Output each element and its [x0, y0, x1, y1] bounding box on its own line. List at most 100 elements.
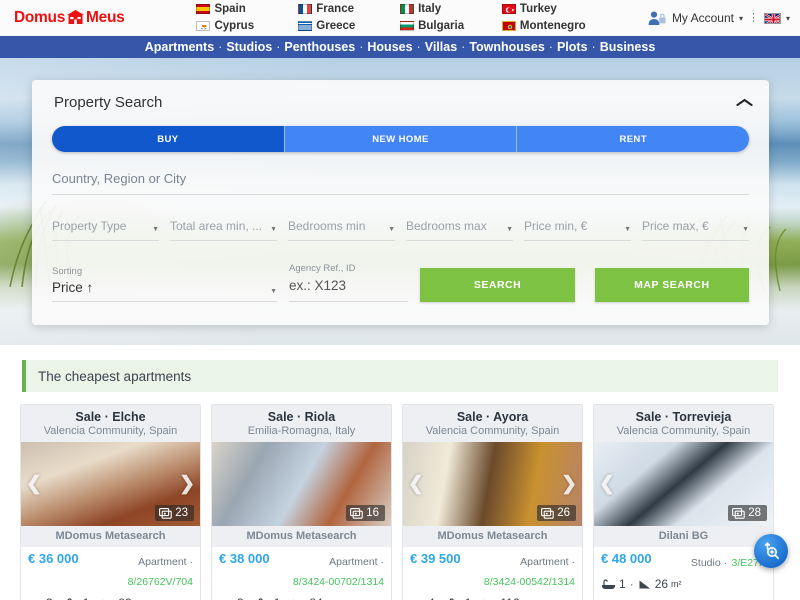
country-label: France	[316, 3, 354, 15]
flag-uk-icon[interactable]	[763, 12, 781, 24]
listing-card[interactable]: Sale · Riola Emilia-Romagna, Italy 16 MD…	[211, 404, 392, 600]
listing-card[interactable]: Sale · Ayora Valencia Community, Spain ❮…	[402, 404, 583, 600]
flag-montenegro-icon	[501, 21, 516, 31]
site-logo[interactable]: Domus Meus	[14, 9, 125, 27]
prev-photo-arrow-icon[interactable]: ❮	[26, 475, 42, 494]
bedrooms-count: 3	[46, 596, 53, 600]
listing-photo[interactable]: ❮ 28	[594, 442, 773, 526]
kebab-menu-icon[interactable]: ⋮	[748, 12, 759, 24]
flag-italy-icon	[400, 4, 415, 14]
nav-item-plots[interactable]: Plots	[557, 40, 588, 54]
listing-agency: Dilani BG	[594, 526, 773, 547]
tab-buy[interactable]: BUY	[52, 126, 284, 152]
location-input[interactable]	[52, 171, 749, 186]
nav-item-penthouses[interactable]: Penthouses	[284, 40, 355, 54]
listing-specs: 3 · 1 · 84 m² ·	[219, 596, 384, 600]
listing-price: € 38 000	[219, 551, 270, 566]
language-chevron-down-icon[interactable]: ▾	[786, 14, 790, 23]
select-property-type[interactable]: Property Type ▼	[52, 219, 159, 241]
agency-ref-group: Agency Ref., ID	[289, 263, 409, 302]
photos-icon	[350, 507, 363, 519]
listing-photo[interactable]: ❮ ❯ 26	[403, 442, 582, 526]
listing-photo[interactable]: 16	[212, 442, 391, 526]
nav-separator: ·	[548, 40, 553, 54]
select-label: Bedrooms max	[406, 219, 487, 233]
nav-separator: ·	[591, 40, 596, 54]
country-link-cyprus[interactable]: Cyprus	[196, 18, 280, 34]
nav-item-business[interactable]: Business	[600, 40, 656, 54]
area-icon	[639, 580, 650, 588]
nav-item-villas[interactable]: Villas	[425, 40, 457, 54]
sorting-select[interactable]: Price ↑ ▼	[52, 280, 278, 302]
house-icon	[66, 10, 85, 25]
select-price-max[interactable]: Price max, € ▼	[642, 219, 749, 241]
listing-card[interactable]: Sale · Elche Valencia Community, Spain ❮…	[20, 404, 201, 600]
hero-banner: Property Search BUY NEW HOME RENT Proper…	[0, 58, 800, 345]
country-link-italy[interactable]: Italy	[400, 1, 484, 17]
panel-header: Property Search	[32, 80, 769, 111]
listing-location: Valencia Community, Spain	[616, 425, 751, 437]
prev-photo-arrow-icon[interactable]: ❮	[408, 475, 424, 494]
photo-count: 28	[748, 507, 761, 519]
select-bedrooms-min[interactable]: Bedrooms min ▼	[288, 219, 395, 241]
agency-ref-input[interactable]	[289, 278, 409, 293]
listing-price: € 36 000	[28, 551, 79, 566]
listing-agency: MDomus Metasearch	[21, 526, 200, 547]
country-link-montenegro[interactable]: Montenegro	[501, 18, 586, 34]
location-field	[52, 170, 749, 195]
bedrooms-count: 3	[237, 596, 244, 600]
nav-item-townhouses[interactable]: Townhouses	[469, 40, 544, 54]
country-link-spain[interactable]: Spain	[196, 1, 280, 17]
listing-location: Emilia-Romagna, Italy	[247, 425, 356, 437]
tab-new-home[interactable]: NEW HOME	[283, 126, 517, 152]
flag-spain-icon	[196, 4, 211, 14]
select-total-area-min[interactable]: Total area min, ... ▼	[170, 219, 277, 241]
listing-title: Sale · Torrevieja	[635, 410, 732, 424]
country-link-bulgaria[interactable]: Bulgaria	[400, 18, 484, 34]
photos-icon	[732, 507, 745, 519]
prev-photo-arrow-icon[interactable]: ❮	[599, 475, 615, 494]
card-header: Sale · Riola Emilia-Romagna, Italy	[212, 405, 391, 442]
country-label: Cyprus	[214, 20, 255, 32]
listing-type: Apartment ·	[138, 556, 193, 568]
map-search-button[interactable]: MAP SEARCH	[594, 268, 749, 302]
tab-rent[interactable]: RENT	[516, 126, 749, 152]
section-title-bar: The cheapest apartments	[22, 360, 778, 392]
flag-france-icon	[298, 4, 313, 14]
chevron-down-icon[interactable]: ▾	[739, 14, 743, 23]
listing-photo[interactable]: ❮ ❯ 23	[21, 442, 200, 526]
photo-count: 26	[557, 507, 570, 519]
listing-type: Apartment ·	[520, 556, 575, 568]
next-photo-arrow-icon[interactable]: ❯	[179, 475, 195, 494]
chevron-down-icon: ▼	[506, 226, 513, 233]
search-button[interactable]: SEARCH	[420, 268, 575, 302]
account-label[interactable]: My Account	[672, 11, 734, 25]
card-body: € 48 000 Studio · 3/E27K 1 · 26 m²	[594, 547, 773, 597]
country-link-greece[interactable]: Greece	[298, 18, 382, 34]
nav-item-apartments[interactable]: Apartments	[145, 40, 214, 54]
listing-specs: 3 · 1 · 83 m²	[28, 596, 193, 600]
card-header: Sale · Torrevieja Valencia Community, Sp…	[594, 405, 773, 442]
card-header: Sale · Ayora Valencia Community, Spain	[403, 405, 582, 442]
listing-price: € 48 000	[601, 551, 652, 566]
listing-price: € 39 500	[410, 551, 461, 566]
listing-card[interactable]: Sale · Torrevieja Valencia Community, Sp…	[593, 404, 774, 600]
panel-actions-row: Sorting Price ↑ ▼ Agency Ref., ID SEARCH…	[32, 263, 769, 302]
country-link-turkey[interactable]: Turkey	[501, 1, 586, 17]
chevron-down-icon: ▼	[624, 226, 631, 233]
country-link-france[interactable]: France	[298, 1, 382, 17]
nav-item-studios[interactable]: Studios	[226, 40, 272, 54]
select-bedrooms-max[interactable]: Bedrooms max ▼	[406, 219, 513, 241]
listing-reference: 8/3424-00542/1314	[483, 576, 575, 588]
select-label: Total area min, ...	[170, 219, 263, 233]
photo-count: 16	[366, 507, 379, 519]
card-body: € 39 500 Apartment · 8/3424-00542/1314 4…	[403, 547, 582, 600]
zoom-scroll-fab-button[interactable]	[754, 534, 788, 568]
chevron-up-icon[interactable]	[735, 95, 753, 110]
listing-specs: 4 · 1 · 116 m²	[410, 596, 575, 600]
nav-item-houses[interactable]: Houses	[367, 40, 412, 54]
select-price-min[interactable]: Price min, € ▼	[524, 219, 631, 241]
listing-specs: 1 · 26 m²	[601, 577, 766, 591]
next-photo-arrow-icon[interactable]: ❯	[561, 475, 577, 494]
select-label: Price max, €	[642, 219, 709, 233]
